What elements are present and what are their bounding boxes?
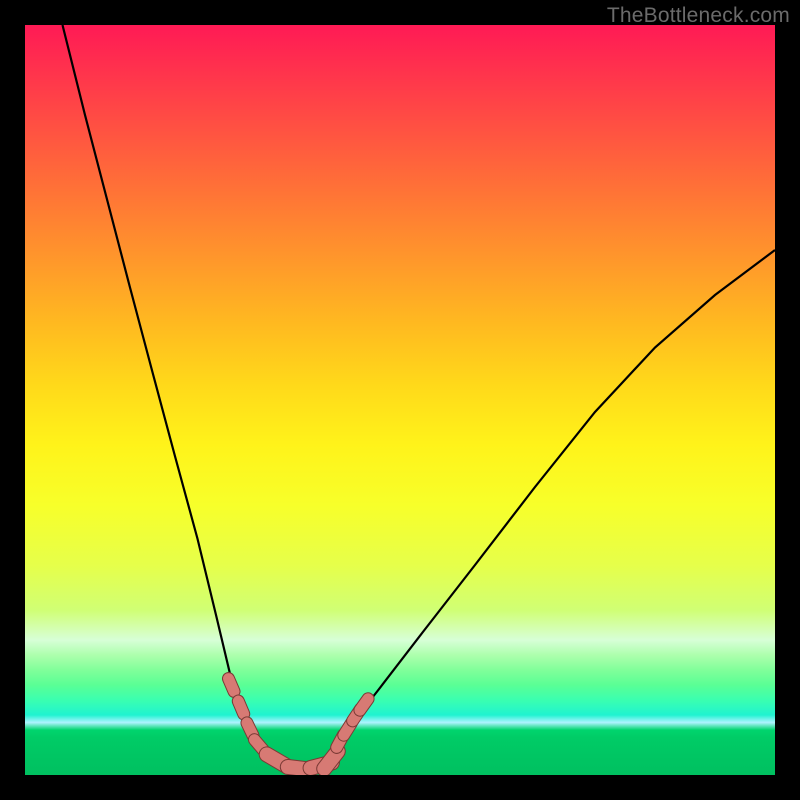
- plot-frame: [25, 25, 775, 775]
- bottleneck-curve: [63, 25, 776, 768]
- pt-12: [360, 699, 368, 710]
- watermark-text: TheBottleneck.com: [607, 4, 790, 28]
- pt-1: [228, 679, 234, 692]
- pt-2: [238, 701, 243, 714]
- chart-container: TheBottleneck.com: [0, 0, 800, 800]
- markers-group: [228, 679, 368, 770]
- plot-svg: [25, 25, 775, 775]
